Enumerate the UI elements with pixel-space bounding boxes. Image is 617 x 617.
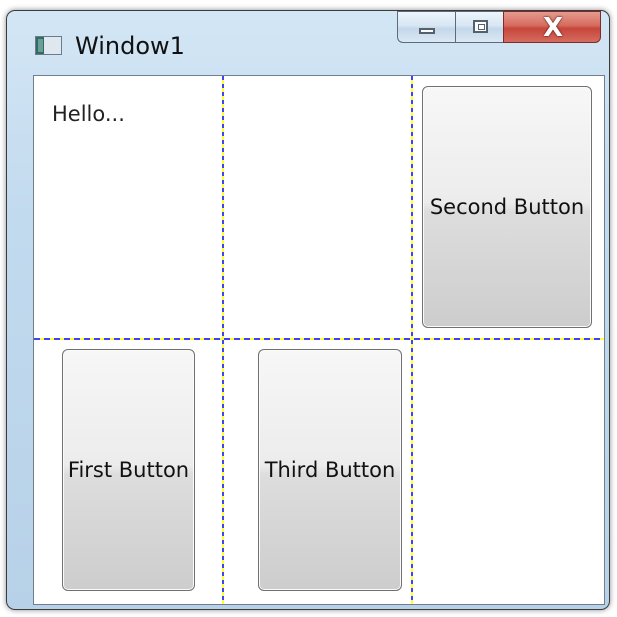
window-content-grid: Hello... Second Button First Button Thir… bbox=[33, 75, 605, 605]
minimize-icon bbox=[419, 28, 435, 34]
close-icon: X bbox=[542, 13, 564, 43]
first-button[interactable]: First Button bbox=[62, 349, 195, 591]
grid-row-divider-1 bbox=[34, 338, 604, 340]
maximize-button[interactable] bbox=[455, 11, 503, 43]
maximize-icon bbox=[473, 20, 488, 33]
second-button[interactable]: Second Button bbox=[422, 86, 592, 328]
app-window: Window1 X Hello... Second Button First B… bbox=[6, 10, 610, 610]
grid-column-divider-1 bbox=[222, 76, 224, 604]
close-button[interactable]: X bbox=[503, 11, 601, 43]
window-app-icon bbox=[35, 36, 62, 55]
window-title: Window1 bbox=[75, 32, 185, 60]
minimize-button[interactable] bbox=[397, 11, 455, 43]
grid-column-divider-2 bbox=[411, 76, 413, 604]
caption-buttons: X bbox=[397, 11, 601, 45]
title-bar[interactable]: Window1 X bbox=[7, 11, 609, 73]
third-button[interactable]: Third Button bbox=[258, 349, 402, 591]
hello-text: Hello... bbox=[52, 102, 125, 126]
